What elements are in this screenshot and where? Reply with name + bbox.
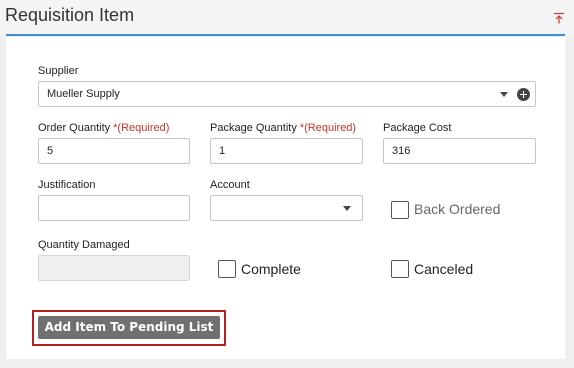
package-quantity-input[interactable]: 1	[210, 138, 363, 164]
collapse-up-icon[interactable]	[553, 12, 565, 24]
panel-title: Requisition Item	[5, 5, 135, 25]
package-quantity-label: Package Quantity *(Required)	[210, 122, 357, 134]
header-divider	[6, 34, 565, 36]
account-label: Account	[210, 179, 250, 191]
canceled-checkbox[interactable]	[391, 260, 409, 278]
account-dropdown-chevron-icon[interactable]	[343, 206, 351, 211]
panel-header: Requisition Item	[0, 0, 574, 36]
justification-input[interactable]	[38, 195, 190, 221]
supplier-value: Mueller Supply	[47, 88, 120, 100]
supplier-dropdown-chevron-icon[interactable]	[500, 92, 508, 97]
add-item-to-pending-list-button[interactable]: Add Item To Pending List	[38, 316, 220, 339]
quantity-damaged-label: Quantity Damaged	[38, 239, 130, 251]
order-quantity-label: Order Quantity *(Required)	[38, 122, 170, 134]
account-select[interactable]	[210, 195, 363, 221]
back-ordered-checkbox[interactable]	[391, 201, 409, 219]
back-ordered-label: Back Ordered	[414, 201, 501, 217]
complete-label: Complete	[241, 261, 301, 277]
order-quantity-required: *(Required)	[113, 122, 170, 134]
order-quantity-input[interactable]: 5	[38, 138, 190, 164]
canceled-label: Canceled	[414, 261, 474, 277]
justification-label: Justification	[38, 179, 96, 191]
complete-checkbox[interactable]	[218, 260, 236, 278]
package-cost-input[interactable]: 316	[383, 138, 536, 164]
package-cost-label: Package Cost	[383, 122, 452, 134]
add-supplier-plus-icon[interactable]	[517, 88, 530, 101]
supplier-label: Supplier	[38, 65, 79, 77]
supplier-select[interactable]: Mueller Supply	[38, 81, 536, 107]
quantity-damaged-input	[38, 255, 190, 281]
package-quantity-required: *(Required)	[299, 122, 357, 134]
